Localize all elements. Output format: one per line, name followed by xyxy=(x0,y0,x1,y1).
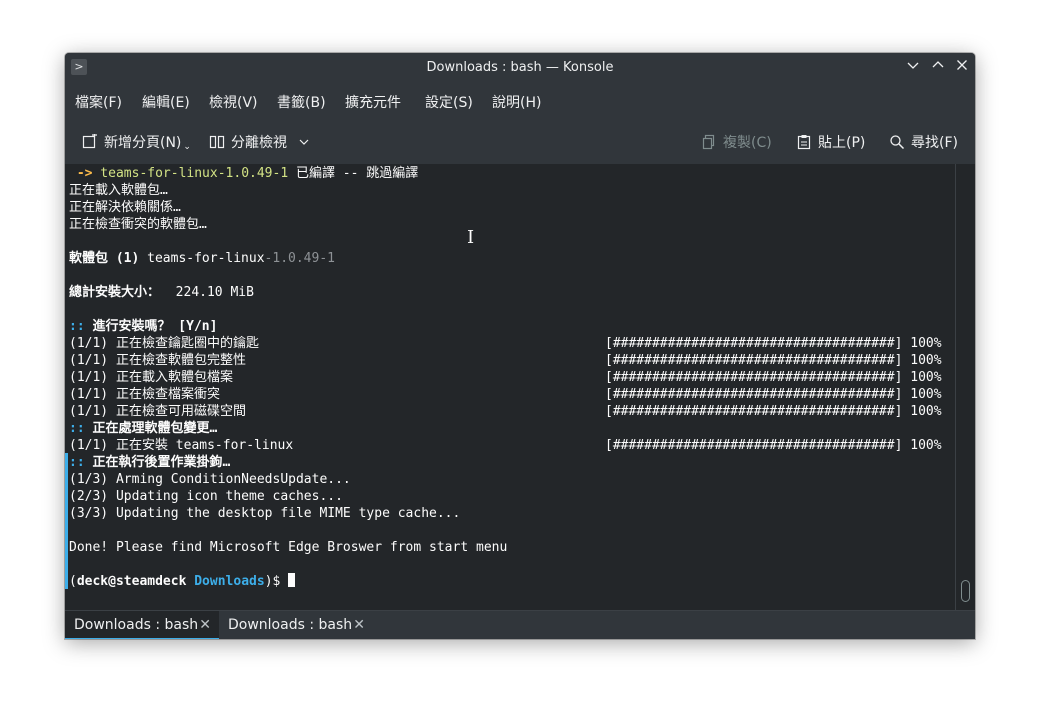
progress-bar: [####################################] 1… xyxy=(605,336,942,351)
find-label: 尋找(F) xyxy=(911,135,958,151)
terminal-line: 總計安裝大小： 224.10 MiB xyxy=(69,285,254,300)
menu-file[interactable]: 檔案(F) xyxy=(75,92,122,112)
progress-bar: [####################################] 1… xyxy=(605,387,942,402)
terminal-line: (1/1) 正在檢查可用磁碟空間 xyxy=(69,404,246,419)
terminal-line: (1/1) 正在檢查檔案衝突 xyxy=(69,387,220,402)
scrollbar-handle[interactable] xyxy=(961,580,970,602)
shell-prompt[interactable]: (deck@steamdeck Downloads)$ xyxy=(69,573,296,590)
copy-icon xyxy=(702,134,715,150)
find-button[interactable]: 尋找(F) xyxy=(889,132,958,152)
terminal-line: 正在檢查衝突的軟體包… xyxy=(69,217,207,232)
scrollbar[interactable] xyxy=(955,164,975,610)
menu-bookmarks[interactable]: 書籤(B) xyxy=(277,92,326,112)
progress-bar: [####################################] 1… xyxy=(605,404,942,419)
terminal-line: 軟體包 (1) teams-for-linux-1.0.49-1 xyxy=(69,251,335,266)
toolbar: 新增分頁(N) ⌄ 分離檢視 複製(C) 貼上(P) 尋找(F) xyxy=(65,118,975,164)
close-button[interactable] xyxy=(953,58,971,76)
paste-label: 貼上(P) xyxy=(818,135,866,151)
chevron-down-icon xyxy=(907,62,919,69)
terminal-line: (2/3) Updating icon theme caches... xyxy=(69,489,343,504)
terminal-line: 正在載入軟體包… xyxy=(69,183,168,198)
search-icon xyxy=(890,135,905,150)
new-tab-icon xyxy=(82,134,97,149)
tab-label: Downloads : bash xyxy=(228,617,353,633)
terminal-view[interactable]: -> teams-for-linux-1.0.49-1 已編譯 -- 跳過編譯 … xyxy=(65,164,955,610)
tab-downloads-2[interactable]: Downloads : bash ✕ xyxy=(219,611,373,639)
terminal-line: :: 正在執行後置作業掛鉤… xyxy=(69,455,231,470)
mouse-ibeam-icon: I xyxy=(467,227,475,248)
split-view-button[interactable]: 分離檢視 xyxy=(209,132,309,152)
progress-bar: [####################################] 1… xyxy=(605,370,942,385)
terminal-line: (3/3) Updating the desktop file MIME typ… xyxy=(69,506,461,521)
terminal-line: -> teams-for-linux-1.0.49-1 已編譯 -- 跳過編譯 xyxy=(69,166,419,181)
tab-label: Downloads : bash xyxy=(74,617,199,633)
menu-view[interactable]: 檢視(V) xyxy=(209,92,258,112)
menu-help[interactable]: 說明(H) xyxy=(492,92,541,112)
terminal-line: (1/1) 正在載入軟體包檔案 xyxy=(69,370,233,385)
chevron-up-icon xyxy=(932,61,944,68)
split-view-label: 分離檢視 xyxy=(231,135,287,151)
terminal-line: :: 進行安裝嗎？ [Y/n] xyxy=(69,319,218,334)
split-view-icon xyxy=(209,135,225,149)
copy-label: 複製(C) xyxy=(723,135,772,151)
new-tab-label: 新增分頁(N) xyxy=(104,135,182,151)
tab-downloads-1[interactable]: Downloads : bash ✕ xyxy=(65,611,219,639)
terminal-line: (1/3) Arming ConditionNeedsUpdate... xyxy=(69,472,351,487)
terminal-line: (1/1) 正在檢查鑰匙圈中的鑰匙 xyxy=(69,336,259,351)
maximize-button[interactable] xyxy=(929,58,947,76)
copy-button[interactable]: 複製(C) xyxy=(701,132,772,152)
terminal-line: (1/1) 正在安裝 teams-for-linux xyxy=(69,438,294,453)
paste-button[interactable]: 貼上(P) xyxy=(796,132,865,152)
menu-bar: 檔案(F) 編輯(E) 檢視(V) 書籤(B) 擴充元件 設定(S) 說明(H) xyxy=(65,82,975,118)
close-icon[interactable]: ✕ xyxy=(199,611,211,639)
konsole-window: > Downloads : bash — Konsole 檔案(F) 編輯(E)… xyxy=(65,53,975,639)
selection-marker xyxy=(65,453,68,589)
close-icon xyxy=(957,60,967,70)
menu-settings[interactable]: 設定(S) xyxy=(425,92,473,112)
progress-bar: [####################################] 1… xyxy=(605,353,942,368)
tab-bar: Downloads : bash ✕ Downloads : bash ✕ xyxy=(65,610,975,639)
menu-edit[interactable]: 編輯(E) xyxy=(142,92,190,112)
terminal-line: (1/1) 正在檢查軟體包完整性 xyxy=(69,353,246,368)
terminal-line: :: 正在處理軟體包變更… xyxy=(69,421,218,436)
terminal-line: Done! Please find Microsoft Edge Broswer… xyxy=(69,540,508,555)
title-bar[interactable]: > Downloads : bash — Konsole xyxy=(65,53,975,82)
paste-icon xyxy=(797,135,811,150)
window-title: Downloads : bash — Konsole xyxy=(426,60,614,75)
terminal-line: 正在解決依賴關係… xyxy=(69,200,181,215)
menu-plugins[interactable]: 擴充元件 xyxy=(345,92,401,112)
chevron-down-icon xyxy=(299,139,309,145)
new-tab-button[interactable]: 新增分頁(N) ⌄ xyxy=(82,132,191,152)
progress-bar: [####################################] 1… xyxy=(605,438,942,453)
text-cursor xyxy=(288,573,296,587)
chevron-down-icon: ⌄ xyxy=(183,142,191,152)
minimize-button[interactable] xyxy=(904,58,922,76)
close-icon[interactable]: ✕ xyxy=(353,611,365,639)
